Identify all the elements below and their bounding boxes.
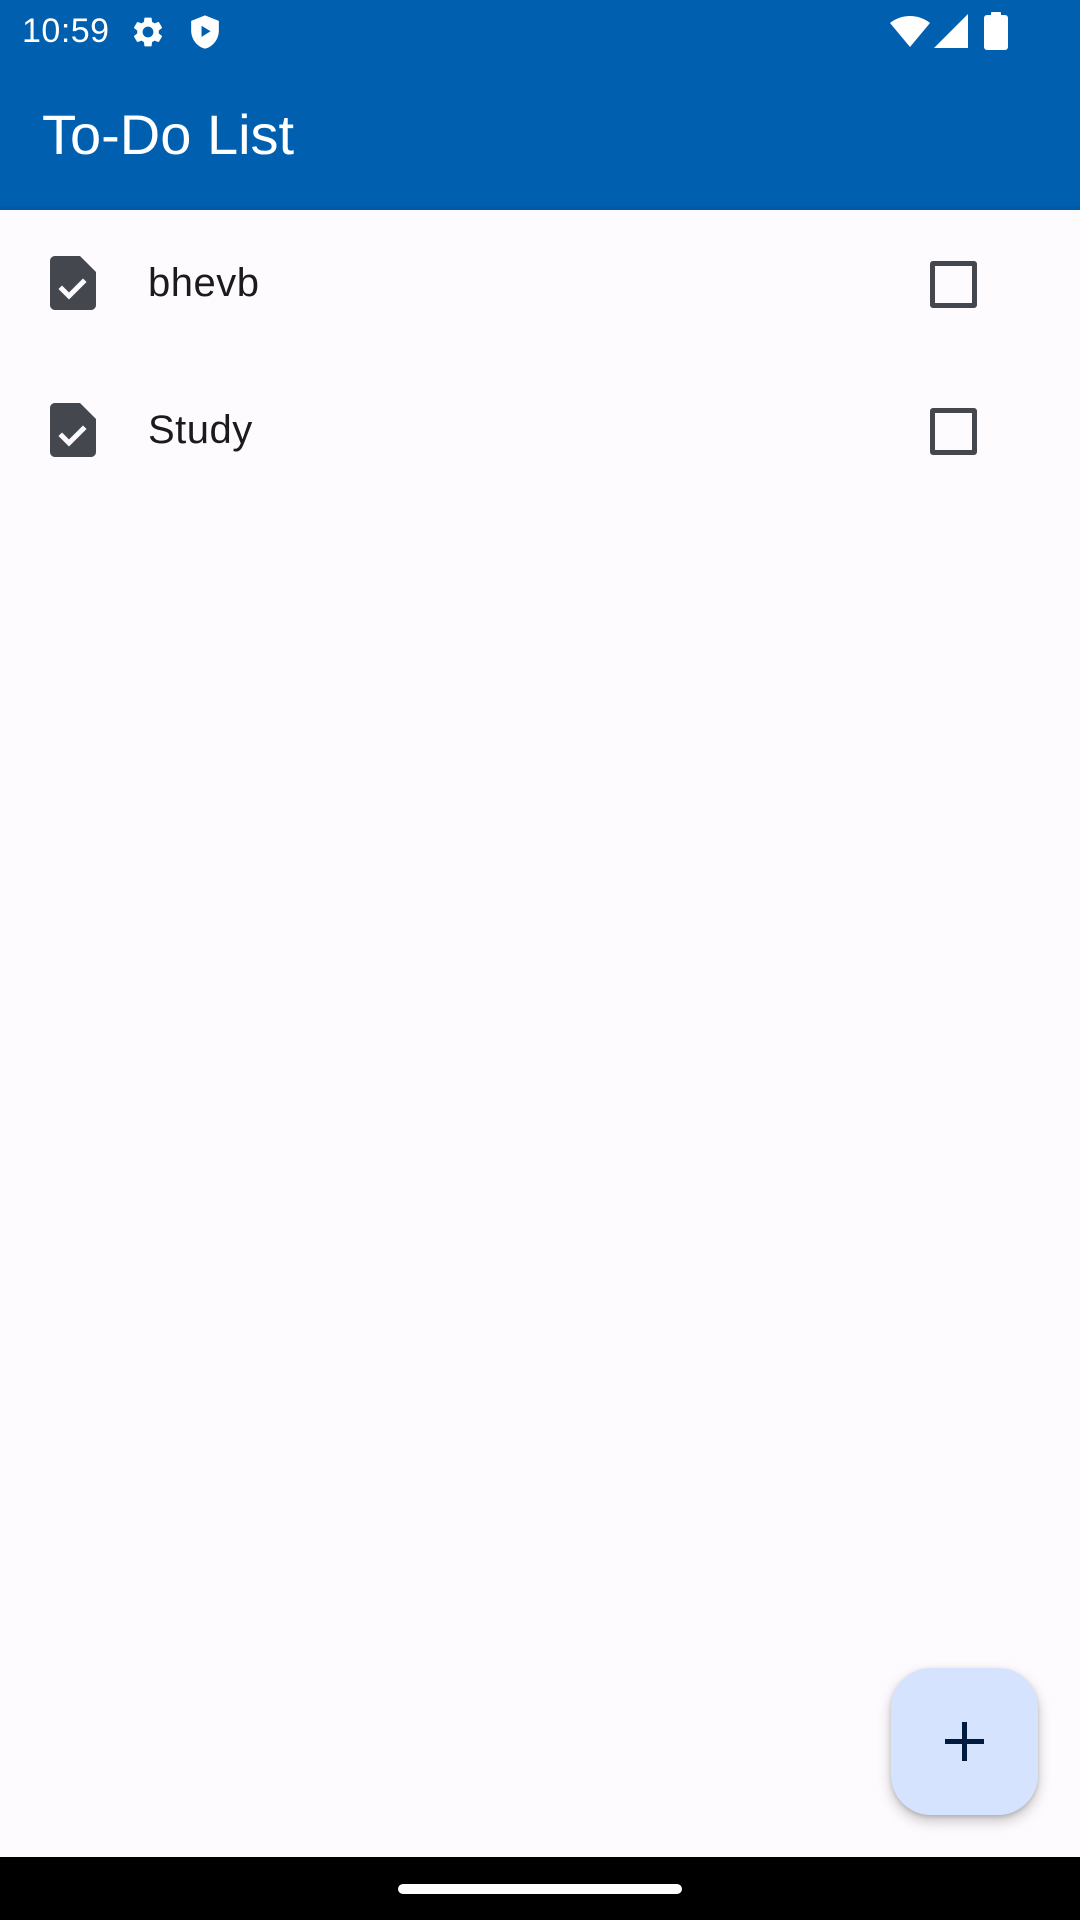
status-time: 10:59 (22, 12, 110, 50)
system-navigation-bar (0, 1857, 1080, 1920)
battery-icon (984, 12, 1008, 50)
add-task-button[interactable] (891, 1668, 1038, 1815)
todo-label: Study (148, 408, 253, 452)
home-gesture-handle[interactable] (398, 1884, 682, 1894)
wifi-icon (890, 16, 930, 48)
todo-checkbox[interactable] (930, 408, 977, 455)
task-document-icon (50, 256, 96, 310)
plus-icon (945, 1722, 984, 1761)
signal-icon (934, 14, 968, 48)
app-bar: To-Do List (0, 63, 1080, 206)
task-document-icon (50, 403, 96, 457)
todo-item[interactable]: Study (0, 357, 1080, 504)
page-title: To-Do List (42, 103, 295, 166)
status-bar: 10:59 (0, 0, 1080, 63)
todo-label: bhevb (148, 261, 260, 305)
todo-checkbox[interactable] (930, 261, 977, 308)
todo-item[interactable]: bhevb (0, 210, 1080, 357)
todo-list: bhevb Study (0, 210, 1080, 504)
todo-screen: 10:59 To-Do List bhevb Study (0, 0, 1080, 1920)
gear-icon (130, 14, 166, 50)
shield-play-icon (188, 14, 222, 50)
